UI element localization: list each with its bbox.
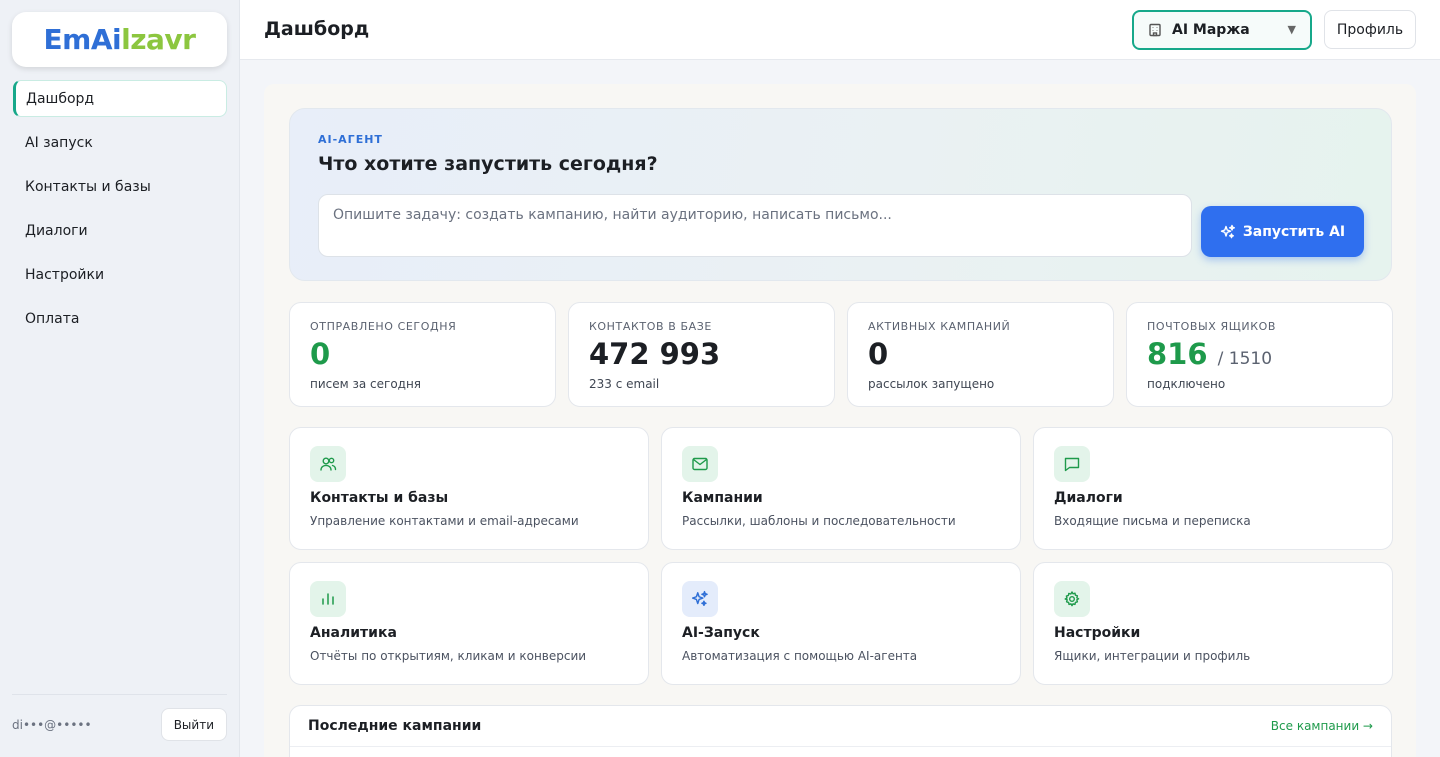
header: Дашборд AI Маржа ▼ Профиль — [240, 0, 1440, 60]
sidebar-item-label: Оплата — [25, 310, 80, 327]
sidebar-item-label: AI запуск — [25, 134, 93, 151]
users-icon — [310, 446, 346, 482]
recent-campaigns-title: Последние кампании — [308, 718, 482, 734]
card-title: Аналитика — [310, 625, 397, 641]
stat-mailboxes: ПОЧТОВЫХ ЯЩИКОВ 816 / 1510 подключено — [1126, 302, 1393, 407]
stat-label: ПОЧТОВЫХ ЯЩИКОВ — [1147, 320, 1277, 333]
all-campaigns-link[interactable]: Все кампании → — [1271, 719, 1373, 733]
sparkles-icon — [682, 581, 718, 617]
sidebar-nav: Дашборд AI запуск Контакты и базы Диалог… — [13, 80, 227, 344]
ai-agent-eyebrow: AI-АГЕНТ — [318, 133, 383, 146]
profile-button[interactable]: Профиль — [1324, 10, 1416, 49]
mail-icon — [682, 446, 718, 482]
stat-value: 0 — [310, 337, 331, 371]
stat-label: АКТИВНЫХ КАМПАНИЙ — [868, 320, 1011, 333]
gear-icon — [1054, 581, 1090, 617]
bar-chart-icon — [310, 581, 346, 617]
card-desc: Входящие письма и переписка — [1054, 514, 1251, 528]
ai-agent-title: Что хотите запустить сегодня? — [318, 153, 658, 175]
org-select-value: AI Маржа — [1172, 22, 1250, 38]
card-desc: Ящики, интеграции и профиль — [1054, 649, 1251, 663]
recent-campaigns-header: Последние кампании Все кампании → — [290, 706, 1391, 747]
run-ai-label: Запустить AI — [1242, 223, 1346, 240]
stat-sub: писем за сегодня — [310, 377, 422, 391]
card-dialogs[interactable]: Диалоги Входящие письма и переписка — [1033, 427, 1393, 550]
sparkles-icon — [1220, 224, 1235, 238]
user-email: di•••@••••• — [12, 717, 92, 732]
sidebar-item-dashboard[interactable]: Дашборд — [13, 80, 227, 117]
stat-value: 0 — [868, 337, 889, 371]
sidebar-footer: di•••@••••• Выйти — [12, 694, 227, 754]
stat-contacts: КОНТАКТОВ В БАЗЕ 472 993 233 с email — [568, 302, 835, 407]
stat-value: 816 — [1147, 337, 1208, 371]
sidebar-item-billing[interactable]: Оплата — [13, 300, 227, 337]
org-select[interactable]: AI Маржа ▼ — [1132, 10, 1312, 50]
sidebar-item-label: Контакты и базы — [25, 178, 151, 195]
card-title: Кампании — [682, 490, 763, 506]
sidebar-item-contacts[interactable]: Контакты и базы — [13, 168, 227, 205]
sidebar-item-label: Диалоги — [25, 222, 88, 239]
card-ai-launch[interactable]: AI-Запуск Автоматизация с помощью AI-аге… — [661, 562, 1021, 685]
sidebar-item-label: Настройки — [25, 266, 105, 283]
recent-campaigns: Последние кампании Все кампании → — [289, 705, 1392, 757]
card-desc: Рассылки, шаблоны и последовательности — [682, 514, 956, 528]
stat-total: / 1510 — [1217, 349, 1273, 369]
card-title: AI-Запуск — [682, 625, 760, 641]
sidebar-item-label: Дашборд — [26, 90, 95, 107]
sidebar-item-settings[interactable]: Настройки — [13, 256, 227, 293]
stat-sub: рассылок запущено — [868, 377, 995, 391]
card-settings[interactable]: Настройки Ящики, интеграции и профиль — [1033, 562, 1393, 685]
card-contacts[interactable]: Контакты и базы Управление контактами и … — [289, 427, 649, 550]
page-title: Дашборд — [264, 18, 370, 40]
stat-sub: 233 с email — [589, 377, 660, 391]
stat-sent-today: ОТПРАВЛЕНО СЕГОДНЯ 0 писем за сегодня — [289, 302, 556, 407]
chevron-down-icon: ▼ — [1287, 23, 1296, 36]
card-desc: Автоматизация с помощью AI-агента — [682, 649, 918, 663]
logo[interactable]: EmAilzavr — [12, 12, 227, 67]
stat-sub: подключено — [1147, 377, 1226, 391]
card-desc: Управление контактами и email-адресами — [310, 514, 579, 528]
stat-value: 472 993 — [589, 337, 721, 371]
card-title: Настройки — [1054, 625, 1141, 641]
ai-task-input[interactable] — [318, 194, 1192, 257]
card-desc: Отчёты по открытиям, кликам и конверсии — [310, 649, 587, 663]
logo-text: EmAilzavr — [44, 23, 196, 56]
card-analytics[interactable]: Аналитика Отчёты по открытиям, кликам и … — [289, 562, 649, 685]
ai-agent-panel: AI-АГЕНТ Что хотите запустить сегодня? З… — [289, 108, 1392, 281]
stat-label: ОТПРАВЛЕНО СЕГОДНЯ — [310, 320, 457, 333]
sidebar-item-ai-launch[interactable]: AI запуск — [13, 124, 227, 161]
card-title: Контакты и базы — [310, 490, 449, 506]
stat-value-wrap: 816 / 1510 — [1147, 337, 1272, 371]
logout-button[interactable]: Выйти — [160, 708, 227, 741]
chat-icon — [1054, 446, 1090, 482]
building-icon — [1148, 23, 1162, 37]
stat-label: КОНТАКТОВ В БАЗЕ — [589, 320, 712, 333]
sidebar-item-dialogs[interactable]: Диалоги — [13, 212, 227, 249]
card-campaigns[interactable]: Кампании Рассылки, шаблоны и последовате… — [661, 427, 1021, 550]
card-title: Диалоги — [1054, 490, 1123, 506]
logo-ai: Ai — [90, 23, 122, 56]
logo-em: Em — [43, 23, 92, 56]
run-ai-button[interactable]: Запустить AI — [1201, 206, 1364, 257]
logo-zavr: lzavr — [121, 23, 196, 56]
stat-active-campaigns: АКТИВНЫХ КАМПАНИЙ 0 рассылок запущено — [847, 302, 1114, 407]
sidebar: EmAilzavr Дашборд AI запуск Контакты и б… — [0, 0, 240, 757]
